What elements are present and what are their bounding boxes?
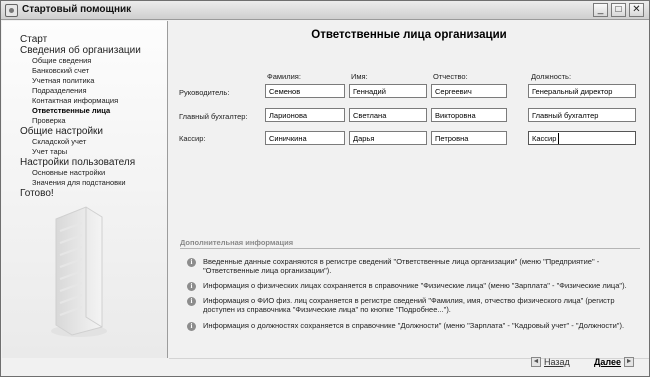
sidebar-item-general-settings[interactable]: Общие настройки [20,126,141,137]
additional-info-header: Дополнительная информация [180,238,294,247]
building-illustration [51,206,107,337]
accountant-firstname-field[interactable] [349,108,427,122]
sidebar-item-general[interactable]: Общие сведения [20,56,141,66]
minimize-button[interactable]: _ [593,3,608,17]
info-icon: i [187,258,196,267]
info-icon: i [187,297,196,306]
sidebar-item-check[interactable]: Проверка [20,116,141,126]
footer-divider [169,358,649,359]
close-button[interactable]: ✕ [629,3,644,17]
wizard-window: Стартовый помощник _ □ ✕ Старт Сведения … [0,0,650,377]
sidebar-item-departments[interactable]: Подразделения [20,86,141,96]
app-icon [5,4,18,17]
window-title: Стартовый помощник [22,4,132,15]
director-position-field[interactable] [528,84,636,98]
info-text: Информация о физических лицах сохраняетс… [203,281,627,290]
main-panel: Ответственные лица организации Фамилия: … [169,21,649,358]
director-middlename-field[interactable] [431,84,507,98]
sidebar-item-done[interactable]: Готово! [20,188,141,199]
sidebar-item-warehouse[interactable]: Складской учет [20,137,141,147]
sidebar-item-contacts[interactable]: Контактная информация [20,96,141,106]
column-header-firstname: Имя: [351,72,368,81]
sidebar: Старт Сведения об организации Общие свед… [2,21,168,358]
director-lastname-field[interactable] [265,84,345,98]
row-label-cashier: Кассир: [179,134,206,143]
sidebar-item-bank-account[interactable]: Банковский счет [20,66,141,76]
sidebar-item-containers[interactable]: Учет тары [20,147,141,157]
sidebar-item-default-values[interactable]: Значения для подстановки [20,178,141,188]
sidebar-item-org-info[interactable]: Сведения об организации [20,45,141,56]
next-button[interactable]: Далее ► [594,357,635,367]
info-text: Информация о ФИО физ. лиц сохраняется в … [203,296,615,314]
sidebar-item-start[interactable]: Старт [20,34,141,45]
sidebar-item-main-settings[interactable]: Основные настройки [20,168,141,178]
accountant-middlename-field[interactable] [431,108,507,122]
info-icon: i [187,282,196,291]
divider [180,248,640,249]
cashier-lastname-field[interactable] [265,131,345,145]
info-icon: i [187,322,196,331]
back-button[interactable]: ◄ Назад [531,357,570,367]
arrow-right-icon: ► [624,357,635,367]
director-firstname-field[interactable] [349,84,427,98]
arrow-left-icon: ◄ [531,357,541,367]
accountant-lastname-field[interactable] [265,108,345,122]
sidebar-item-accounting-policy[interactable]: Учетная политика [20,76,141,86]
title-bar: Стартовый помощник _ □ ✕ [1,1,649,20]
cashier-firstname-field[interactable] [349,131,427,145]
accountant-position-field[interactable] [528,108,636,122]
sidebar-item-responsible-persons[interactable]: Ответственные лица [20,106,141,116]
column-header-middlename: Отчество: [433,72,468,81]
page-title: Ответственные лица организации [311,29,507,41]
info-text: Информация о должностях сохраняется в сп… [203,321,625,330]
row-label-chief-accountant: Главный бухгалтер: [179,112,248,121]
maximize-button[interactable]: □ [611,3,626,17]
info-text: Введенные данные сохраняются в регистре … [203,257,600,275]
sidebar-nav: Старт Сведения об организации Общие свед… [20,34,141,199]
next-button-label: Далее [594,357,622,367]
back-button-label: Назад [544,357,570,367]
text-caret [558,133,559,144]
cashier-middlename-field[interactable] [431,131,507,145]
column-header-lastname: Фамилия: [267,72,301,81]
row-label-director: Руководитель: [179,88,230,97]
column-header-position: Должность: [531,72,572,81]
cashier-position-field[interactable] [528,131,636,145]
sidebar-item-user-settings[interactable]: Настройки пользователя [20,157,141,168]
